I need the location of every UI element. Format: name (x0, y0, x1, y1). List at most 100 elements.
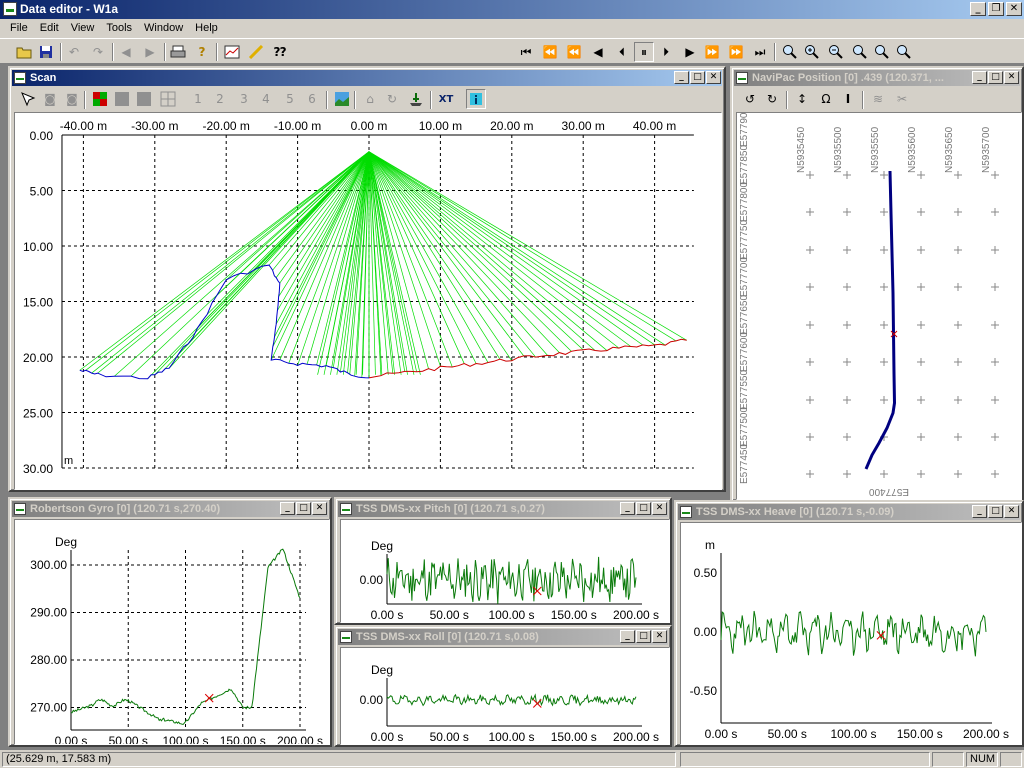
navipac-east-label: E577600 (739, 332, 750, 372)
navipac-north-label: N5935450 (796, 126, 807, 173)
roll-minimize-button[interactable]: _ (620, 630, 635, 643)
zoom-vertical-icon[interactable] (894, 42, 914, 62)
menu-view[interactable]: View (65, 19, 101, 38)
pitch-minimize-button[interactable]: _ (620, 502, 635, 515)
navipac-minimize-button[interactable]: _ (972, 71, 987, 84)
first-record-icon[interactable]: ⏮ (516, 42, 536, 62)
pitch-close-button[interactable]: ✕ (652, 502, 667, 515)
save-icon[interactable] (36, 42, 56, 62)
view-2-button[interactable]: 2 (210, 89, 230, 109)
forward-icon[interactable]: ▶ (140, 42, 160, 62)
gyro-maximize-button[interactable]: □ (296, 502, 311, 515)
view-3-button[interactable]: 3 (234, 89, 254, 109)
pitch-chart[interactable]: 0.00 0.00 s 50.00 s 100.00 s 150.00 s 200.00 … (341, 520, 670, 623)
rewind-icon[interactable]: ⏪ (564, 42, 584, 62)
help-question-icon[interactable]: ? (192, 42, 212, 62)
step-back-icon[interactable]: ◀ (588, 42, 608, 62)
refresh-icon[interactable]: ↻ (382, 89, 402, 109)
gyro-chart[interactable]: 300.00 290.00 280.00 270.00 0.00 s 50.00 s 100… (15, 520, 330, 745)
pitch-x-tick-label: 50.00 s (430, 608, 469, 622)
view-1-button[interactable]: 1 (188, 89, 208, 109)
roll-close-button[interactable]: ✕ (652, 630, 667, 643)
pause-icon[interactable]: ⏸ (634, 42, 654, 62)
heave-close-button[interactable]: ✕ (1004, 505, 1019, 518)
roll-plot-area[interactable]: 0.00 0.00 s 50.00 s 100.00 s 150.00 s 200.00 … (340, 647, 670, 745)
print-icon[interactable] (168, 42, 188, 62)
close-button[interactable]: ✕ (1006, 2, 1022, 16)
zoom-extents-icon[interactable] (850, 42, 870, 62)
menu-tools[interactable]: Tools (100, 19, 138, 38)
scan-minimize-button[interactable]: _ (674, 71, 689, 84)
play-icon[interactable]: ▶ (680, 42, 700, 62)
home-icon[interactable]: ⌂ (360, 89, 380, 109)
undo-icon[interactable]: ↶ (64, 42, 84, 62)
roll-maximize-button[interactable]: □ (636, 630, 651, 643)
roll-cursor-marker (532, 699, 542, 708)
minimize-button[interactable]: _ (970, 2, 986, 16)
cursor-beam-icon[interactable]: I (838, 89, 858, 109)
pencil-icon[interactable] (246, 42, 266, 62)
rotate-left-icon[interactable]: ↺ (740, 89, 760, 109)
faster-forward-icon[interactable]: ⏩ (726, 42, 746, 62)
xt-button[interactable]: XT (436, 89, 456, 109)
scan-close-button[interactable]: ✕ (706, 71, 721, 84)
menu-window[interactable]: Window (138, 19, 189, 38)
chart-window-icon[interactable] (222, 42, 242, 62)
view-4-button[interactable]: 4 (256, 89, 276, 109)
view-6-button[interactable]: 6 (302, 89, 322, 109)
layers-icon[interactable]: ≋ (868, 89, 888, 109)
menu-help[interactable]: Help (189, 19, 224, 38)
select-tool-icon[interactable] (18, 89, 38, 109)
roll-chart[interactable]: 0.00 0.00 s 50.00 s 100.00 s 150.00 s 200.00 … (341, 648, 670, 745)
heave-chart[interactable]: 0.50 0.00 -0.50 0.00 s 50.00 s 100.00 s 150.00… (681, 523, 1022, 745)
pitch-maximize-button[interactable]: □ (636, 502, 651, 515)
gyro-close-button[interactable]: ✕ (312, 502, 327, 515)
navipac-grid-cross (806, 171, 814, 179)
navipac-plot-area[interactable]: N5935450 N5935500 N5935550 N5935600 N5935650… (736, 112, 1022, 500)
navipac-close-button[interactable]: ✕ (1004, 71, 1019, 84)
scan-maximize-button[interactable]: □ (690, 71, 705, 84)
navipac-east-label: E577800 (739, 182, 750, 222)
context-help-icon[interactable]: ⁇ (270, 42, 290, 62)
fast-rewind-icon[interactable]: ⏪ (540, 42, 560, 62)
fast-forward-icon[interactable]: ⏩ (702, 42, 722, 62)
zoom-window-icon[interactable] (780, 42, 800, 62)
tools-icon[interactable]: ✂ (892, 89, 912, 109)
rotate-right-icon[interactable]: ↻ (762, 89, 782, 109)
zoom-out-icon[interactable] (826, 42, 846, 62)
restore-button[interactable]: ❐ (988, 2, 1004, 16)
color-grid-icon[interactable] (90, 89, 110, 109)
zoom-in-icon[interactable] (802, 42, 822, 62)
heave-minimize-button[interactable]: _ (972, 505, 987, 518)
menu-file[interactable]: File (4, 19, 34, 38)
grid-layout-icon[interactable] (158, 89, 178, 109)
zoom-horizontal-icon[interactable] (872, 42, 892, 62)
seabed-view-icon[interactable] (332, 89, 352, 109)
camera-settings-icon[interactable]: ◙ (62, 89, 82, 109)
back-icon[interactable]: ◀ (116, 42, 136, 62)
view-5-button[interactable]: 5 (280, 89, 300, 109)
camera-icon[interactable]: ◙ (40, 89, 60, 109)
redo-icon[interactable]: ↷ (88, 42, 108, 62)
pitch-plot-area[interactable]: 0.00 0.00 s 50.00 s 100.00 s 150.00 s 200.00 … (340, 519, 670, 623)
navipac-grid-cross (954, 246, 962, 254)
scan-plot-area[interactable]: -40.00 m -30.00 m -20.00 m -10.00 m 0.00 m 10… (14, 112, 722, 490)
layer-2-icon[interactable] (112, 89, 132, 109)
layer-3-icon[interactable] (134, 89, 154, 109)
omega-icon[interactable]: Ω (816, 89, 836, 109)
vessel-icon[interactable] (406, 89, 426, 109)
open-folder-icon[interactable] (14, 42, 34, 62)
vertical-arrows-icon[interactable]: ↕ (792, 89, 812, 109)
last-record-icon[interactable]: ⏭ (750, 42, 770, 62)
heave-plot-area[interactable]: 0.50 0.00 -0.50 0.00 s 50.00 s 100.00 s 150.00… (680, 522, 1022, 745)
step-forward-frame-icon[interactable]: ⏵ (656, 42, 676, 62)
scan-chart[interactable]: -40.00 m -30.00 m -20.00 m -10.00 m 0.00 m 10… (15, 113, 722, 490)
menu-edit[interactable]: Edit (34, 19, 65, 38)
step-back-frame-icon[interactable]: ⏴ (612, 42, 632, 62)
gyro-minimize-button[interactable]: _ (280, 502, 295, 515)
navipac-map[interactable]: N5935450 N5935500 N5935550 N5935600 N5935650… (737, 113, 1022, 500)
navipac-maximize-button[interactable]: □ (988, 71, 1003, 84)
gyro-plot-area[interactable]: 300.00 290.00 280.00 270.00 0.00 s 50.00 s 100… (14, 519, 330, 745)
info-icon[interactable] (466, 89, 486, 109)
heave-maximize-button[interactable]: □ (988, 505, 1003, 518)
